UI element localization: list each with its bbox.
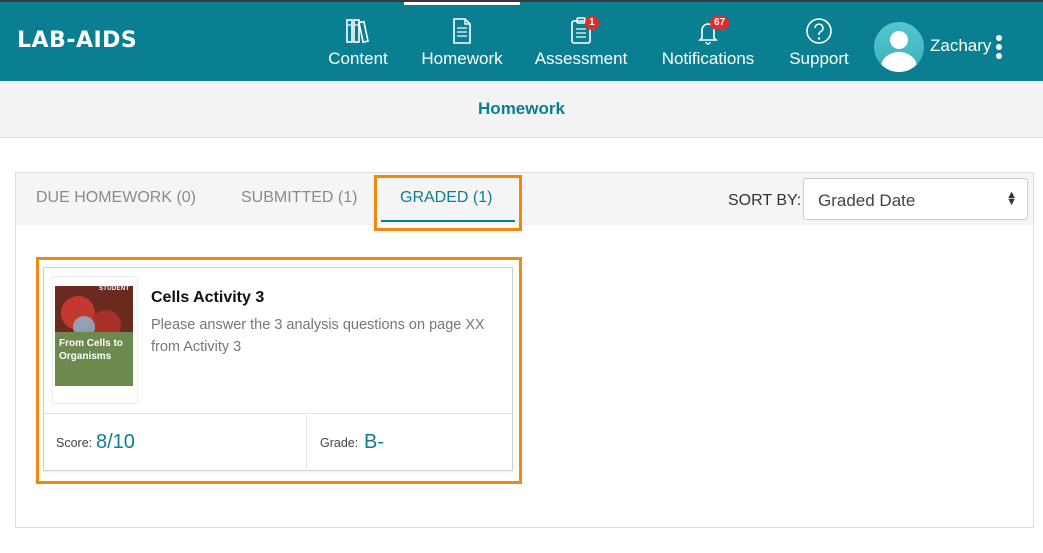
card-footer: Score: 8/10 Grade: B- [44,413,512,471]
graded-tab-highlight [374,175,522,231]
question-circle-icon [806,18,832,44]
score-value: 8/10 [96,431,135,453]
top-navigation-bar: LAB-AIDS Content Homework 1 Assessment 6… [0,0,1043,81]
username: Zachary [930,36,992,55]
card-title: Cells Activity 3 [151,289,265,306]
tabs-bar: DUE HOMEWORK (0) SUBMITTED (1) GRADED (1… [16,173,1033,225]
tab-due-homework[interactable]: DUE HOMEWORK (0) [36,189,196,207]
page-header: Homework [0,81,1043,138]
nav-notifications[interactable]: 67 Notifications [654,2,762,81]
avatar [874,22,924,72]
document-icon [453,18,471,44]
more-options-icon[interactable] [996,35,1002,61]
nav-label: Content [328,49,388,68]
avatar-head [890,31,908,49]
book-cover-image: STUDENT From Cells to Organisms [55,286,133,386]
nav-label: Homework [421,49,503,68]
lab-aids-logo[interactable]: LAB-AIDS [17,28,137,53]
nav-assessment[interactable]: 1 Assessment [531,2,631,81]
cover-title: From Cells to Organisms [59,338,123,362]
notifications-badge: 67 [710,16,730,30]
nav-homework[interactable]: Homework [414,2,510,81]
nav-label: Notifications [661,49,755,68]
footer-divider [306,414,307,471]
nav-label: Support [789,49,849,68]
avatar-body [881,52,917,72]
score-label: Score: [56,436,93,450]
grade-label: Grade: [320,436,359,450]
cover-badge: STUDENT [99,286,130,292]
sort-by-value: Graded Date [818,191,916,210]
sort-by-label: SORT BY: [728,192,802,209]
nav-label: Assessment [534,49,628,68]
card-description: Please answer the 3 analysis questions o… [151,317,485,355]
grade-value: B- [364,431,384,453]
nav-content[interactable]: Content [322,2,394,81]
assessment-badge: 1 [585,16,599,30]
books-icon [346,19,369,44]
homework-panel: DUE HOMEWORK (0) SUBMITTED (1) GRADED (1… [15,172,1034,528]
sort-by-select[interactable]: Graded Date ▲ ▼ [803,178,1028,220]
tab-submitted[interactable]: SUBMITTED (1) [241,189,357,207]
homework-card[interactable]: STUDENT From Cells to Organisms Cells Ac… [43,267,513,471]
book-cover-thumbnail: STUDENT From Cells to Organisms [52,276,138,404]
page-title: Homework [478,99,565,118]
select-caret-icon: ▲ ▼ [1006,189,1017,208]
nav-support[interactable]: Support [783,2,855,81]
